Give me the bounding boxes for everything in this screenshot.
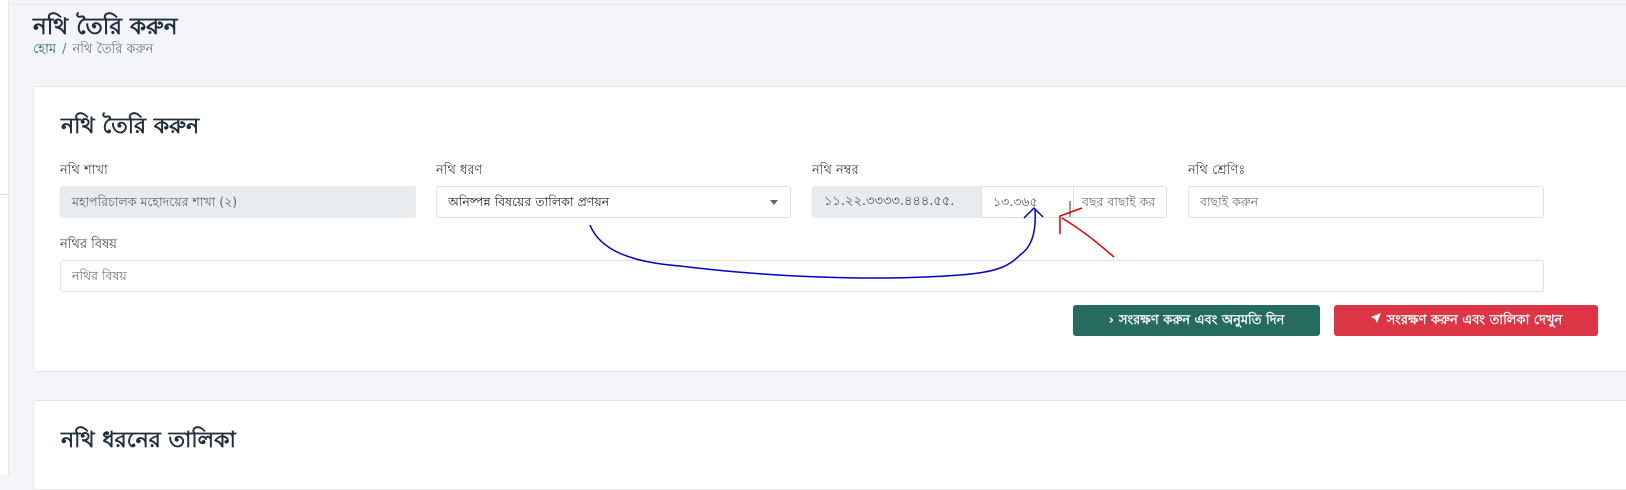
breadcrumb-current: নথি তৈরি করুন <box>72 42 154 57</box>
branch-field: মহাপরিচালক মহোদয়ের শাখা (২) <box>60 186 416 218</box>
breadcrumb-separator: / <box>62 42 67 57</box>
subject-label: নথির বিষয় <box>60 237 117 252</box>
year-select[interactable]: বছর বাছাই কর <box>1073 186 1167 218</box>
top-divider <box>8 4 1626 5</box>
chevron-right-icon: › <box>1108 313 1114 328</box>
side-divider <box>0 194 8 195</box>
type-select[interactable]: অনিষ্পন্ন বিষয়ের তালিকা প্রণয়ন <box>436 186 791 218</box>
type-select-value: অনিষ্পন্ন বিষয়ের তালিকা প্রণয়ন <box>448 194 610 209</box>
file-type-list-card: নথি ধরনের তালিকা <box>33 400 1626 490</box>
category-select[interactable]: বাছাই করুন <box>1188 186 1544 218</box>
left-edge-panel <box>0 0 9 475</box>
category-label: নথি শ্রেণিঃ <box>1188 163 1246 178</box>
save-and-approve-button[interactable]: › সংরক্ষণ করুন এবং অনুমতি দিন <box>1073 305 1320 336</box>
branch-label: নথি শাখা <box>60 163 108 178</box>
save-and-approve-label: সংরক্ষণ করুন এবং অনুমতি দিন <box>1118 313 1285 328</box>
chevron-down-icon <box>770 200 778 205</box>
type-label: নথি ধরণ <box>436 163 483 178</box>
save-and-list-button[interactable]: সংরক্ষণ করুন এবং তালিকা দেখুন <box>1334 305 1598 336</box>
list-section-title: নথি ধরনের তালিকা <box>61 428 236 453</box>
number-prefix: ১১.২২.৩৩৩৩.৪৪৪.৫৫. <box>812 186 982 218</box>
number-label: নথি নম্বর <box>812 163 859 178</box>
save-and-list-label: সংরক্ষণ করুন এবং তালিকা দেখুন <box>1386 313 1563 328</box>
breadcrumb-home-link[interactable]: হোম <box>33 42 56 57</box>
number-input[interactable]: ১৩.৩৬৫ <box>981 186 1074 218</box>
subject-input[interactable]: নথির বিষয় <box>60 260 1544 292</box>
create-file-card: নথি তৈরি করুন নথি শাখা মহাপরিচালক মহোদয়… <box>33 86 1626 372</box>
card-title: নথি তৈরি করুন <box>61 114 200 139</box>
send-icon <box>1370 305 1382 336</box>
breadcrumb: হোম / নথি তৈরি করুন <box>33 40 153 61</box>
